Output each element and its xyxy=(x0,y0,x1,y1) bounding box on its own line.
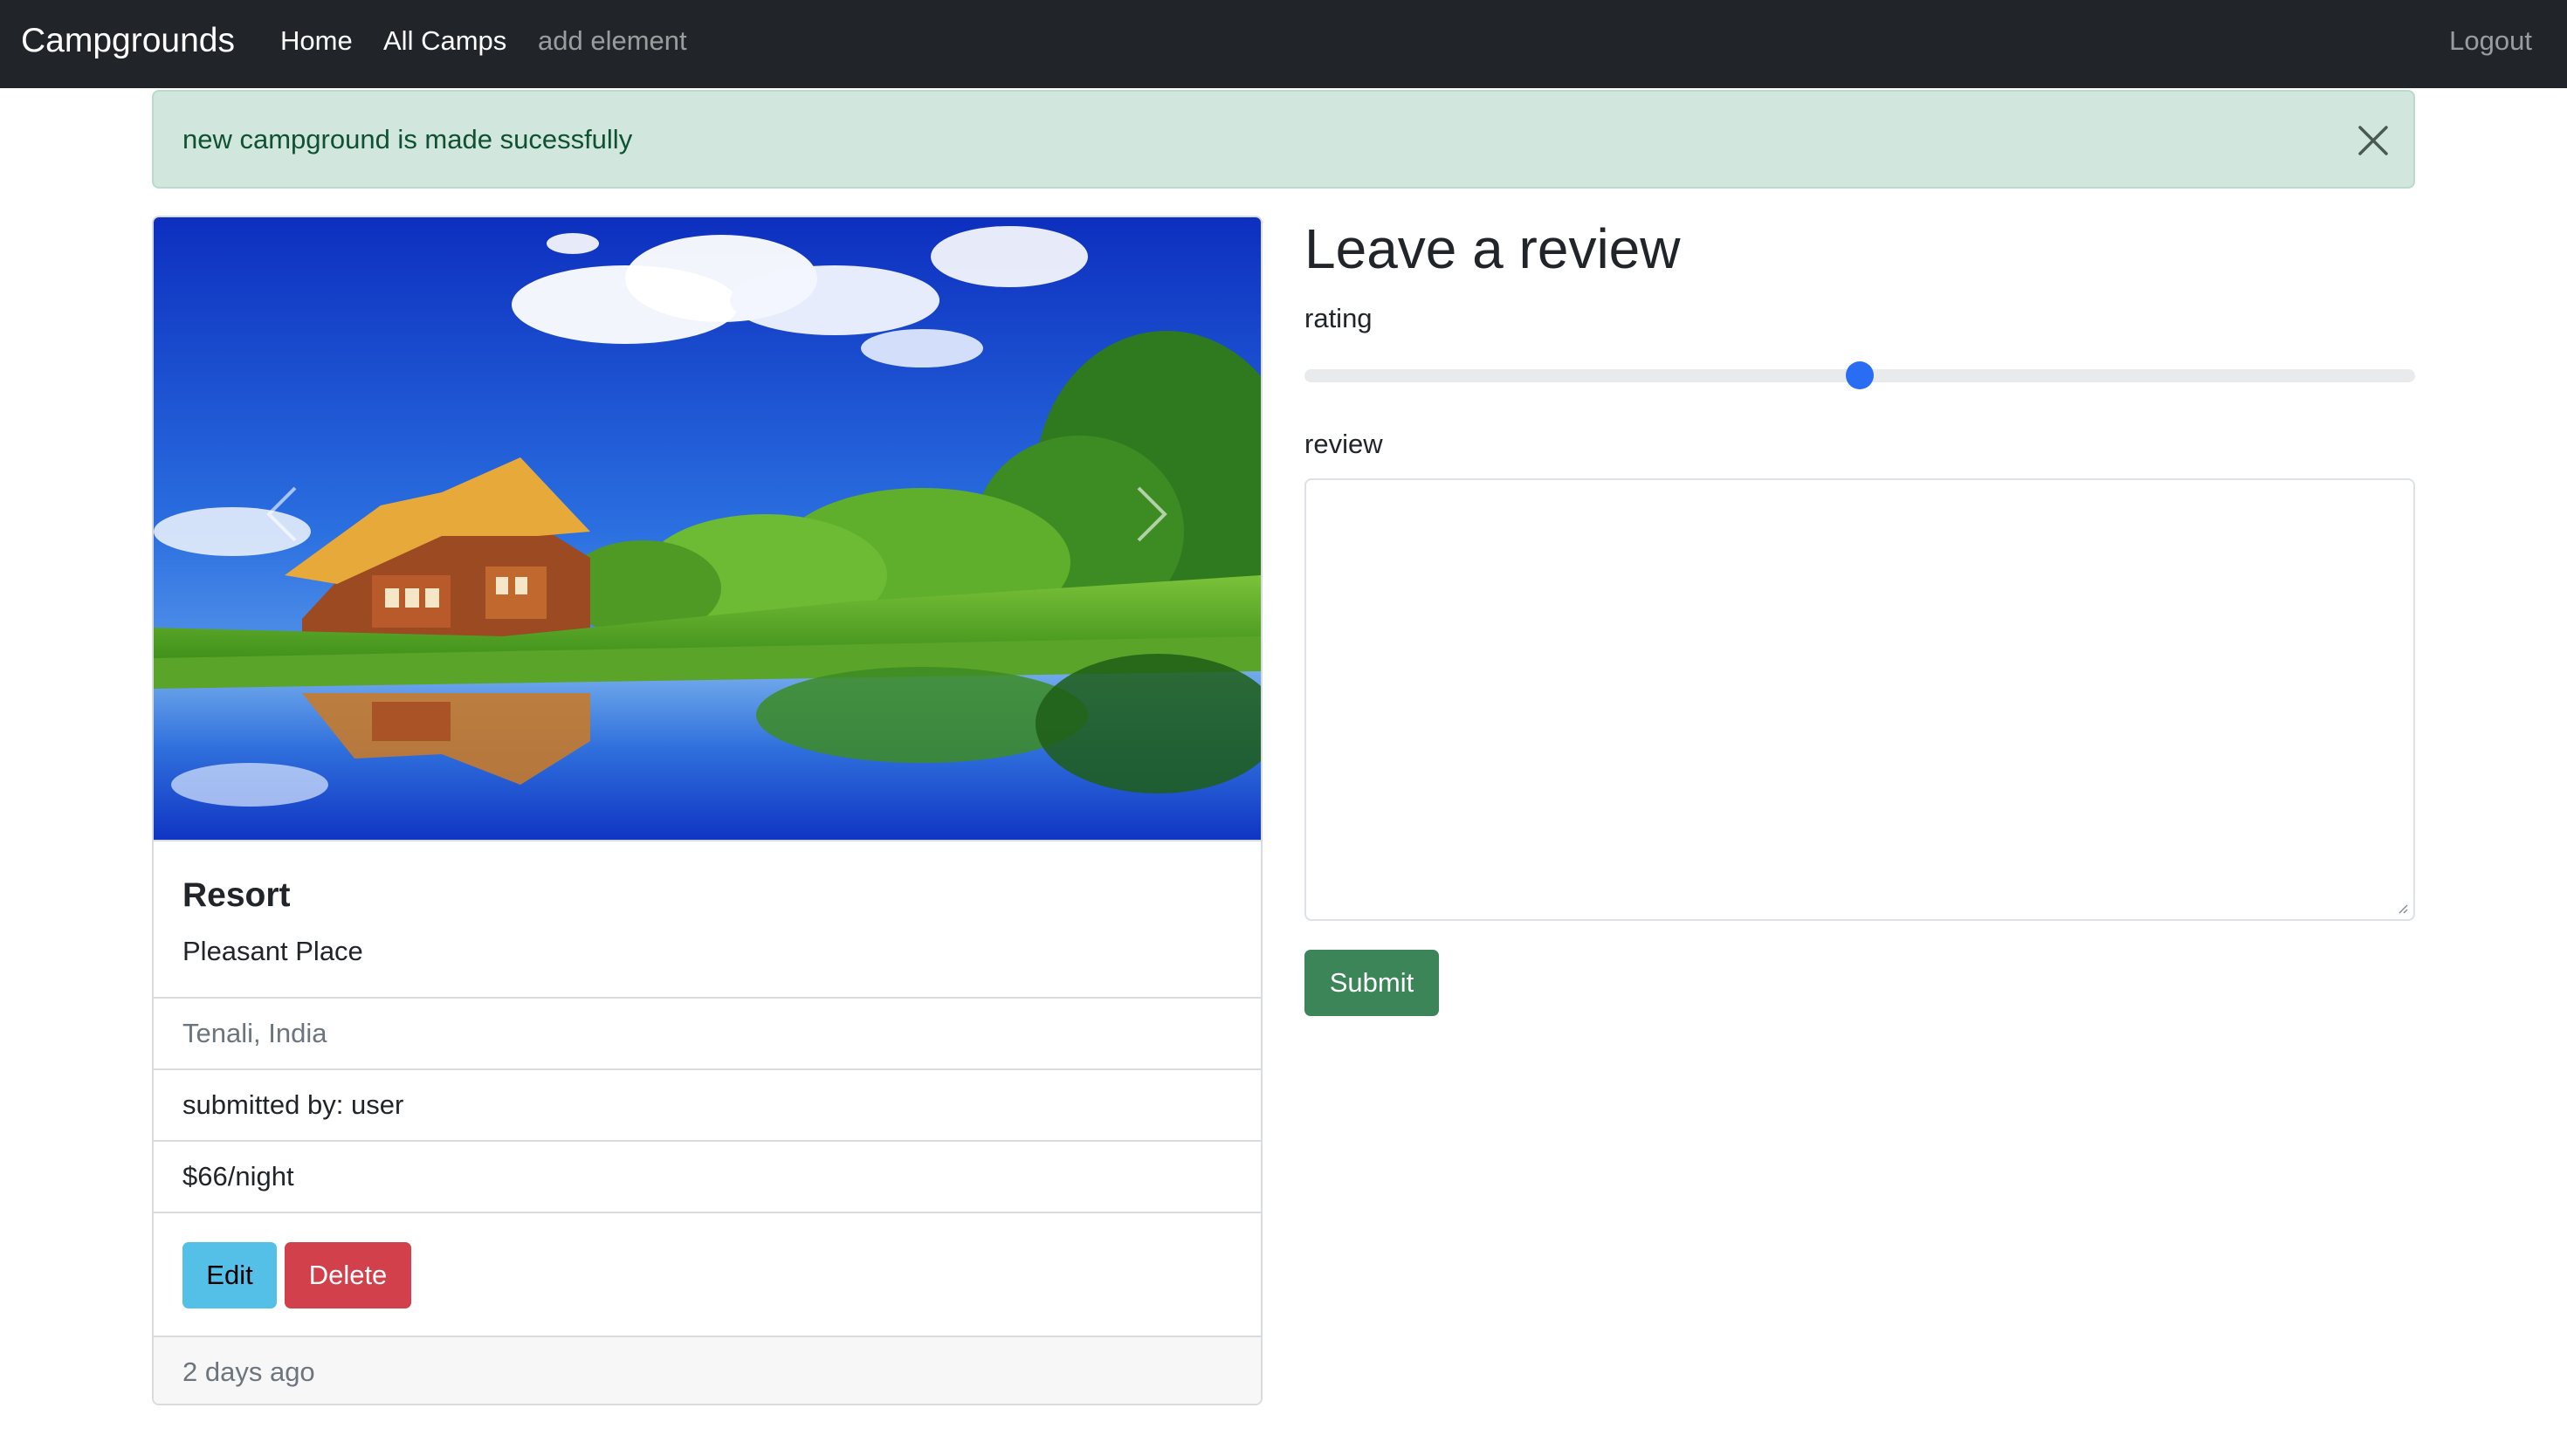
card-actions: Edit Delete xyxy=(154,1212,1261,1336)
rating-slider[interactable] xyxy=(1304,361,2415,389)
nav-add-element-link[interactable]: add element xyxy=(538,0,687,88)
success-alert: new campground is made sucessfully xyxy=(152,90,2415,189)
submit-button[interactable]: Submit xyxy=(1304,950,1439,1016)
campground-author: submitted by: user xyxy=(154,1068,1261,1140)
delete-button[interactable]: Delete xyxy=(285,1242,411,1308)
review-textarea[interactable] xyxy=(1304,478,2415,921)
price-text: $66/night xyxy=(182,1161,294,1192)
alert-message: new campground is made sucessfully xyxy=(182,124,633,155)
location-text: Tenali, India xyxy=(182,1018,327,1048)
close-icon[interactable] xyxy=(2357,125,2389,156)
rating-slider-thumb[interactable] xyxy=(1846,361,1874,389)
chevron-left-icon[interactable] xyxy=(232,462,337,567)
review-heading: Leave a review xyxy=(1304,217,1681,280)
review-label: review xyxy=(1304,429,1383,459)
brand-link[interactable]: Campgrounds xyxy=(21,0,235,88)
campground-price: $66/night xyxy=(154,1140,1261,1212)
campground-card: Resort Pleasant Place Tenali, India subm… xyxy=(152,216,1263,1405)
card-body: Resort Pleasant Place xyxy=(154,840,1261,997)
chevron-right-icon[interactable] xyxy=(1097,462,1201,567)
edit-button[interactable]: Edit xyxy=(182,1242,277,1308)
navbar: Campgrounds Home All Camps add element L… xyxy=(0,0,2567,88)
author-text: submitted by: user xyxy=(182,1089,404,1120)
rating-label: rating xyxy=(1304,303,1373,333)
logout-link[interactable]: Logout xyxy=(2449,0,2532,88)
campground-description: Pleasant Place xyxy=(182,936,363,966)
image-carousel xyxy=(154,217,1261,840)
nav-home-link[interactable]: Home xyxy=(280,0,353,88)
campground-location: Tenali, India xyxy=(154,997,1261,1068)
campground-title: Resort xyxy=(182,876,291,914)
card-footer: 2 days ago xyxy=(154,1336,1261,1404)
posted-time: 2 days ago xyxy=(182,1356,315,1387)
resize-handle-icon[interactable] xyxy=(2396,902,2408,914)
nav-all-camps-link[interactable]: All Camps xyxy=(383,0,506,88)
